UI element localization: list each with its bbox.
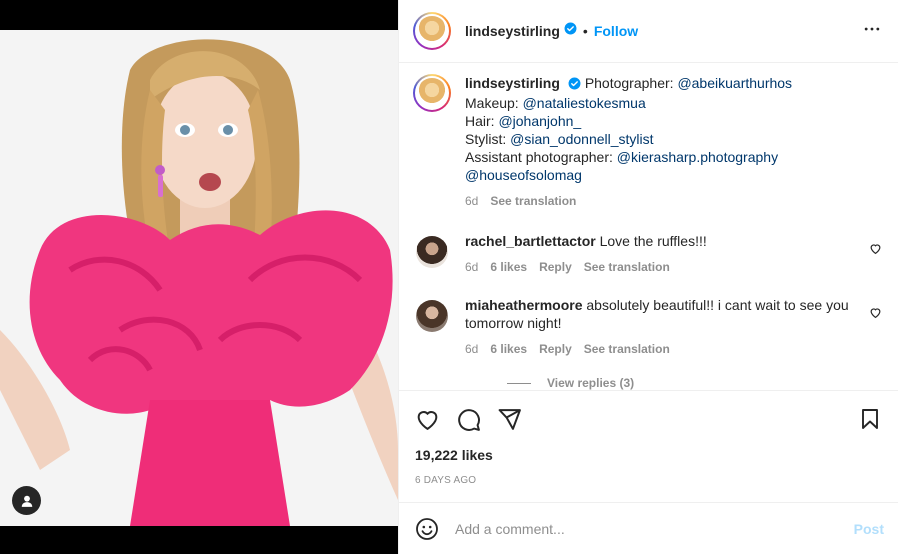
caption-mention[interactable]: @sian_odonnell_stylist [510,131,653,147]
comment-item: miaheathermoore absolutely beautiful!! i… [413,296,882,358]
user-tag-icon[interactable] [12,486,41,515]
view-replies-button[interactable]: View replies (3) [507,376,882,390]
verified-icon [568,76,581,94]
caption-username[interactable]: lindseystirling [465,75,560,91]
caption-line-label: Stylist: [465,131,511,147]
post-photo[interactable] [0,30,398,526]
comment-likes[interactable]: 6 likes [490,340,527,358]
post-media-pane [0,0,398,554]
reply-button[interactable]: Reply [539,258,572,276]
emoji-icon[interactable] [415,517,439,541]
comment-like-heart-icon[interactable] [869,242,882,260]
bookmark-icon[interactable] [858,407,882,431]
heart-icon[interactable] [415,407,440,432]
action-bar [415,391,882,445]
see-translation-button[interactable]: See translation [584,258,670,276]
comments-list: lindseystirling Photographer: @abeikuart… [399,64,898,390]
caption-avatar[interactable] [413,74,451,112]
see-translation-button[interactable]: See translation [584,340,670,358]
caption-mention[interactable]: @johanjohn_ [498,113,581,129]
author-avatar[interactable] [413,12,451,50]
follow-button[interactable]: Follow [594,23,638,39]
caption: lindseystirling Photographer: @abeikuart… [413,74,882,210]
reply-button[interactable]: Reply [539,340,572,358]
caption-mention[interactable]: @kierasharp.photography [617,149,778,165]
photo-illustration [0,30,398,526]
post-date[interactable]: 6 DAYS AGO [415,475,882,486]
comment-icon[interactable] [456,407,481,432]
comment-input[interactable] [455,520,854,537]
comment-like-heart-icon[interactable] [869,306,882,324]
comment-username[interactable]: rachel_bartlettactor [465,233,596,249]
comment-text: Love the ruffles!!! [599,233,707,249]
post-side-panel: lindseystirling • Follow lindseystirling… [398,0,898,554]
comment-item: rachel_bartlettactor Love the ruffles!!!… [413,232,882,276]
post-comment-button[interactable]: Post [854,521,884,537]
caption-line-label: Assistant photographer: [465,149,617,165]
caption-mention[interactable]: @abeikuarthurhos [677,75,792,91]
caption-mention[interactable]: @houseofsolomag [465,167,582,183]
verified-icon [564,22,577,40]
caption-mention[interactable]: @nataliestokesmua [523,95,646,111]
caption-line-label: Hair: [465,113,499,129]
comment-time[interactable]: 6d [465,258,478,276]
comment-likes[interactable]: 6 likes [490,258,527,276]
share-icon[interactable] [497,407,522,432]
author-username[interactable]: lindseystirling [465,23,560,39]
post-actions-area: 19,222 likes 6 DAYS AGO [399,390,898,486]
see-translation-button[interactable]: See translation [490,192,576,210]
caption-line-label: Photographer: [584,75,678,91]
commenter-avatar[interactable] [416,236,448,268]
commenter-avatar[interactable] [416,300,448,332]
comment-username[interactable]: miaheathermoore [465,297,582,313]
caption-line-label: Makeup: [465,95,523,111]
more-icon[interactable] [862,19,882,44]
comment-time[interactable]: 6d [465,340,478,358]
add-comment-bar: Post [399,502,898,554]
post-header: lindseystirling • Follow [399,0,898,63]
separator-dot: • [582,23,588,39]
caption-time[interactable]: 6d [465,192,478,210]
likes-count[interactable]: 19,222 likes [415,447,882,463]
